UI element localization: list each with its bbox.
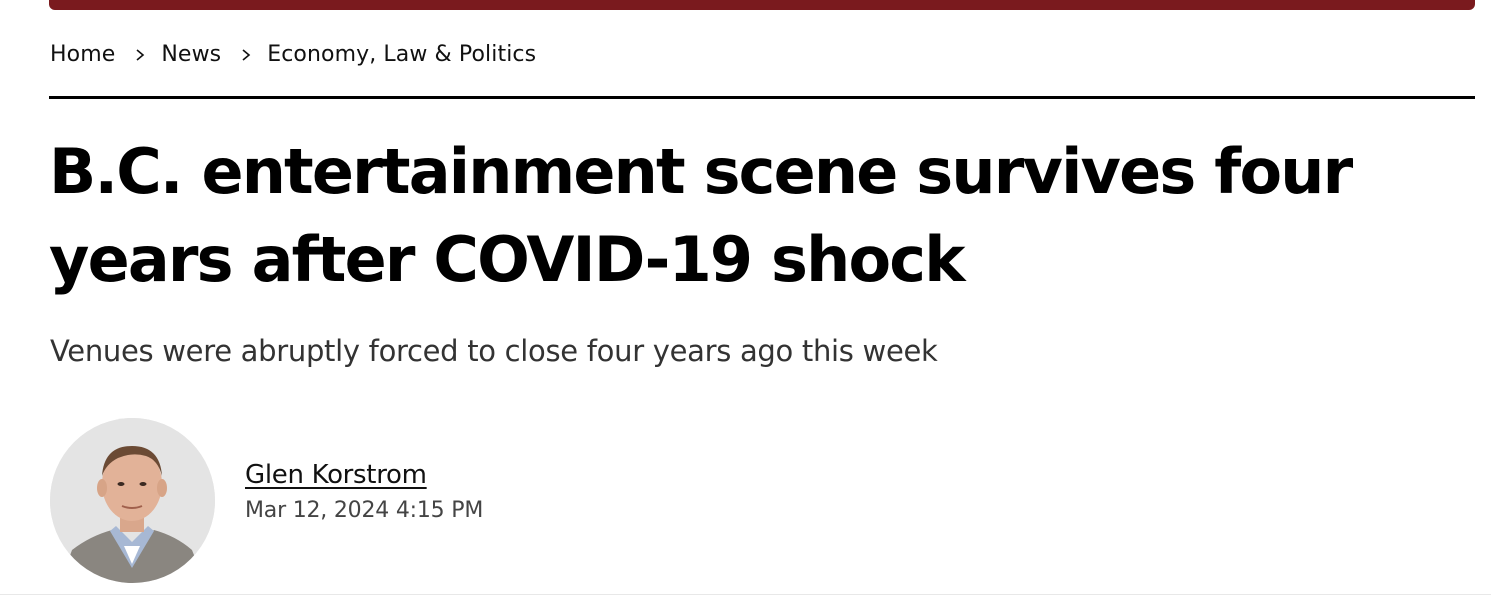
- chevron-right-icon: [241, 48, 251, 61]
- author-avatar[interactable]: [50, 418, 215, 583]
- breadcrumb: Home News Economy, Law & Politics: [50, 42, 536, 67]
- article-headline: B.C. entertainment scene survives four y…: [49, 135, 1353, 296]
- breadcrumb-home-link[interactable]: Home: [50, 42, 115, 67]
- author-link[interactable]: Glen Korstrom: [245, 460, 427, 490]
- chevron-right-icon: [135, 48, 145, 61]
- breadcrumb-section-link[interactable]: Economy, Law & Politics: [267, 42, 536, 67]
- byline: Glen Korstrom Mar 12, 2024 4:15 PM: [245, 460, 483, 523]
- article-page: Home News Economy, Law & Politics B.C. e…: [0, 0, 1491, 597]
- header-divider: [49, 96, 1475, 99]
- section-divider: [0, 594, 1491, 595]
- publish-date: Mar 12, 2024 4:15 PM: [245, 498, 484, 523]
- site-header-bar: [49, 0, 1475, 10]
- article-subheadline: Venues were abruptly forced to close fou…: [50, 334, 938, 368]
- breadcrumb-news-link[interactable]: News: [161, 42, 221, 67]
